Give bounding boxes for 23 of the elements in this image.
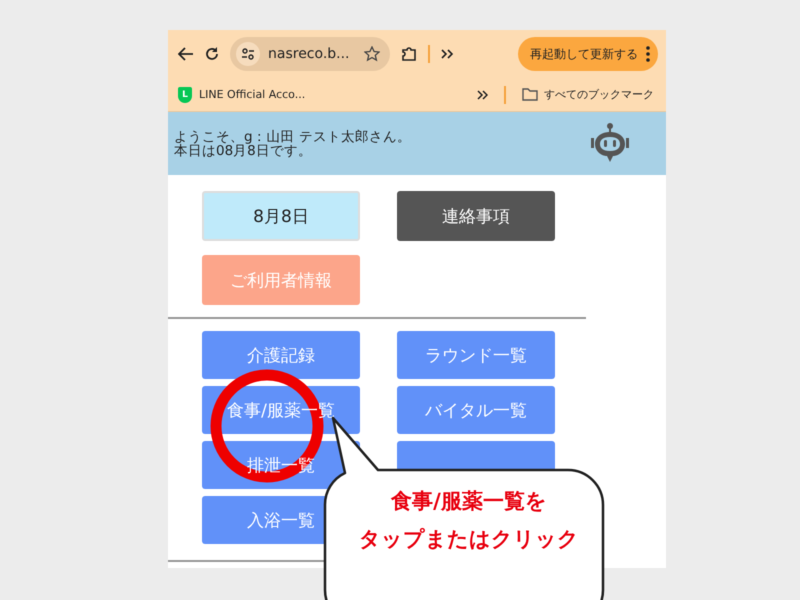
star-icon[interactable] — [364, 46, 380, 62]
callout-text: 食事/服薬一覧を タップまたはクリック — [358, 487, 580, 553]
chevrons-icon[interactable] — [476, 90, 488, 100]
menu-button[interactable]: バイタル一覧 — [397, 386, 555, 434]
puzzle-icon[interactable] — [400, 45, 418, 63]
shield-icon: L — [178, 86, 192, 102]
notice-button[interactable]: 連絡事項 — [397, 191, 555, 241]
address-bar[interactable]: nasreco.b... — [230, 37, 390, 71]
kebab-menu-icon[interactable] — [646, 46, 650, 62]
back-icon[interactable] — [178, 47, 194, 61]
folder-icon — [522, 88, 538, 101]
menu-button[interactable]: ラウンド一覧 — [397, 331, 555, 379]
url-text: nasreco.b... — [268, 46, 351, 62]
update-button[interactable]: 再起動して更新する — [518, 37, 658, 71]
reload-icon[interactable] — [204, 46, 220, 62]
welcome-text: ようこそ、g：山田 テスト太郎さん。 本日は08月8日です。 — [174, 130, 412, 158]
bookmark-item[interactable]: L LINE Official Acco... — [178, 86, 306, 102]
chevrons-icon[interactable] — [440, 48, 454, 60]
site-settings-icon[interactable] — [241, 48, 255, 60]
date-button[interactable]: 8月8日 — [202, 191, 360, 241]
all-bookmarks-button[interactable]: すべてのブックマーク — [522, 87, 654, 102]
menu-button[interactable]: 介護記録 — [202, 331, 360, 379]
user-button[interactable]: ご利用者情報 — [202, 255, 360, 305]
